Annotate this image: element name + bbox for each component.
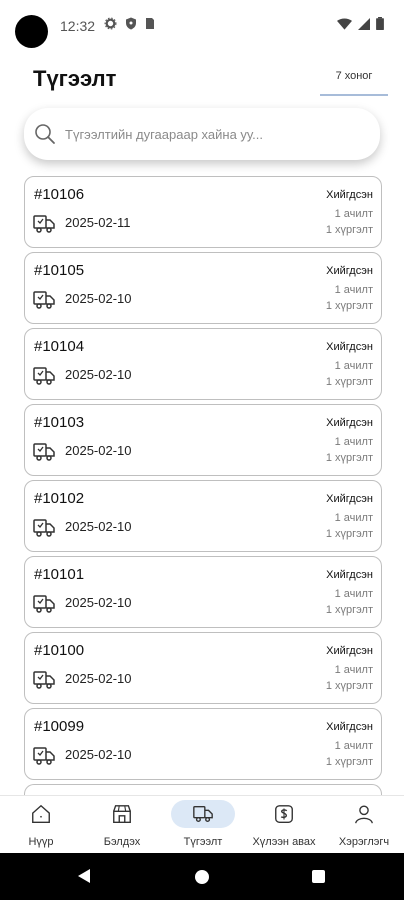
range-filter-button[interactable]: 7 хоног (320, 70, 388, 96)
shield-icon (126, 17, 136, 30)
status-badge: Хийгдсэн (326, 721, 373, 733)
delivery-date: 2025-02-10 (65, 747, 132, 762)
delivery-card[interactable]: #10106 2025-02-11 Хийгдсэн 1 ачилт 1 хүр… (24, 176, 382, 248)
wifi-icon (337, 18, 352, 30)
delivery-count: 1 хүргэлт (325, 224, 373, 236)
delivery-count: 1 хүргэлт (325, 300, 373, 312)
home-button-icon[interactable] (195, 870, 209, 884)
nav-item-prepare[interactable]: Бэлдэх (82, 796, 162, 854)
delivery-count: 1 хүргэлт (325, 452, 373, 464)
status-badge: Хийгдсэн (326, 645, 373, 657)
delivery-truck-icon (33, 215, 55, 233)
status-badge: Хийгдсэн (326, 341, 373, 353)
delivery-card[interactable]: #10099 2025-02-10 Хийгдсэн 1 ачилт 1 хүр… (24, 708, 382, 780)
delivery-date: 2025-02-10 (65, 291, 132, 306)
pickup-count: 1 ачилт (334, 740, 373, 752)
page-header: Түгээлт 7 хоног (0, 60, 404, 100)
nav-label: Хэрэглэгч (338, 836, 390, 848)
status-badge: Хийгдсэн (326, 417, 373, 429)
delivery-date: 2025-02-10 (65, 519, 132, 534)
delivery-card[interactable]: #10101 2025-02-10 Хийгдсэн 1 ачилт 1 хүр… (24, 556, 382, 628)
nav-label: Түгээлт (183, 836, 223, 848)
delivery-id: #10105 (34, 262, 85, 279)
status-badge: Хийгдсэн (326, 189, 373, 201)
pickup-count: 1 ачилт (334, 512, 373, 524)
delivery-date: 2025-02-10 (65, 443, 132, 458)
delivery-card[interactable]: #10102 2025-02-10 Хийгдсэн 1 ачилт 1 хүр… (24, 480, 382, 552)
home-icon (32, 804, 50, 823)
nav-label: Хүлээн авах (252, 836, 316, 848)
search-bar[interactable] (24, 108, 380, 160)
delivery-count: 1 хүргэлт (325, 756, 373, 768)
gear-icon (104, 17, 117, 30)
delivery-truck-icon (33, 367, 55, 385)
delivery-card[interactable]: #10104 2025-02-10 Хийгдсэн 1 ачилт 1 хүр… (24, 328, 382, 400)
pickup-count: 1 ачилт (334, 588, 373, 600)
nav-label: Бэлдэх (103, 836, 141, 848)
user-icon (355, 805, 373, 824)
delivery-id: #10106 (34, 186, 85, 203)
delivery-count: 1 хүргэлт (325, 528, 373, 540)
delivery-date: 2025-02-10 (65, 671, 132, 686)
status-time: 12:32 (60, 18, 96, 34)
delivery-id: #10104 (34, 338, 85, 355)
delivery-date: 2025-02-10 (65, 595, 132, 610)
page-title: Түгээлт (33, 66, 117, 91)
delivery-date: 2025-02-11 (65, 215, 131, 230)
delivery-count: 1 хүргэлт (325, 680, 373, 692)
delivery-card[interactable]: #10100 2025-02-10 Хийгдсэн 1 ачилт 1 хүр… (24, 632, 382, 704)
delivery-truck-icon (193, 805, 213, 823)
delivery-truck-icon (33, 291, 55, 309)
nav-item-receive[interactable]: Хүлээн авах (244, 796, 324, 854)
delivery-count: 1 хүргэлт (325, 376, 373, 388)
system-nav-bar (0, 853, 404, 900)
delivery-truck-icon (33, 595, 55, 613)
pickup-count: 1 ачилт (334, 436, 373, 448)
delivery-id: #10103 (34, 414, 85, 431)
delivery-truck-icon (33, 671, 55, 689)
pickup-count: 1 ачилт (334, 360, 373, 372)
signal-icon (358, 17, 370, 30)
search-input[interactable] (63, 125, 367, 143)
nav-item-delivery[interactable]: Түгээлт (163, 796, 243, 854)
nav-item-user[interactable]: Хэрэглэгч (324, 796, 404, 854)
pickup-count: 1 ачилт (334, 284, 373, 296)
battery-icon (376, 17, 384, 30)
delivery-truck-icon (33, 443, 55, 461)
status-badge: Хийгдсэн (326, 569, 373, 581)
camera-cutout (15, 15, 48, 48)
delivery-id: #10100 (34, 642, 85, 659)
delivery-date: 2025-02-10 (65, 367, 132, 382)
pickup-count: 1 ачилт (334, 208, 373, 220)
bottom-nav: Нүүр Бэлдэх Түгээлт Хүлээн авах Хэрэглэг… (0, 795, 404, 854)
nav-label: Нүүр (28, 836, 54, 848)
delivery-count: 1 хүргэлт (325, 604, 373, 616)
search-icon (35, 124, 55, 144)
delivery-id: #10101 (34, 566, 85, 583)
status-bar: 12:32 (0, 0, 404, 52)
nav-item-home[interactable]: Нүүр (1, 796, 81, 854)
dollar-box-icon (275, 805, 293, 823)
delivery-truck-icon (33, 519, 55, 537)
delivery-card[interactable]: #10105 2025-02-10 Хийгдсэн 1 ачилт 1 хүр… (24, 252, 382, 324)
delivery-id: #10102 (34, 490, 85, 507)
recents-icon[interactable] (312, 870, 325, 883)
delivery-id: #10099 (34, 718, 85, 735)
status-badge: Хийгдсэн (326, 265, 373, 277)
status-badge: Хийгдсэн (326, 493, 373, 505)
delivery-truck-icon (33, 747, 55, 765)
sim-card-icon (146, 18, 154, 29)
pickup-count: 1 ачилт (334, 664, 373, 676)
store-icon (113, 805, 131, 823)
back-icon[interactable] (76, 868, 92, 884)
delivery-card[interactable]: #10103 2025-02-10 Хийгдсэн 1 ачилт 1 хүр… (24, 404, 382, 476)
